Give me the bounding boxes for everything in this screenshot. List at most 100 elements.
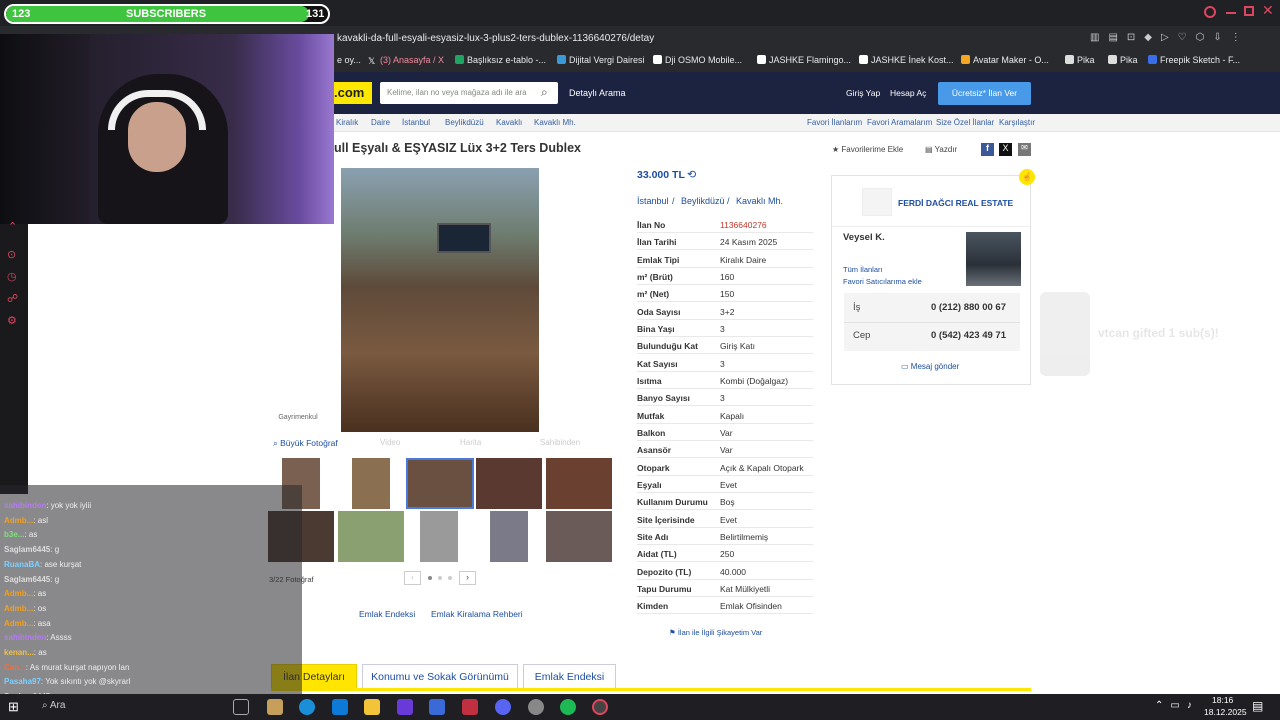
- mail-share-icon[interactable]: ✉: [1018, 143, 1031, 156]
- thumbnail[interactable]: [352, 458, 390, 509]
- bookmark-7[interactable]: Avatar Maker - O...: [961, 55, 1049, 65]
- bookmark-5[interactable]: JASHKE Flamingo...: [757, 55, 851, 65]
- rental-guide-link[interactable]: Emlak Kiralama Rehberi: [431, 609, 523, 619]
- bookmark-3[interactable]: Dijital Vergi Dairesi: [557, 55, 645, 65]
- add-favorite-button[interactable]: ★ Favorilerime Ekle: [832, 145, 903, 154]
- favorite-searches-link[interactable]: Favori Aramalarım: [867, 118, 932, 127]
- price-history-icon[interactable]: ⟲: [687, 168, 696, 181]
- video-button[interactable]: Video: [380, 438, 400, 447]
- prev-arrow-icon[interactable]: ‹: [404, 571, 421, 585]
- maximize-icon[interactable]: [1244, 6, 1254, 16]
- site-logo[interactable]: .com: [334, 82, 372, 104]
- emlak-index-link[interactable]: Emlak Endeksi: [359, 609, 415, 619]
- all-ads-link[interactable]: Tüm İlanları: [843, 265, 883, 274]
- thumbnail-selected[interactable]: [406, 458, 474, 509]
- location-city[interactable]: İstanbul: [637, 196, 669, 206]
- thumbnail[interactable]: [546, 511, 612, 562]
- clock-icon[interactable]: ◷: [7, 270, 17, 283]
- tab-emlak-index[interactable]: Emlak Endeksi: [523, 664, 616, 690]
- bookmark-4[interactable]: Dji OSMO Mobile...: [653, 55, 742, 65]
- bookmark-1[interactable]: 𝕏 (3) Anasayfa / X: [368, 55, 444, 66]
- app-icon[interactable]: [267, 699, 283, 715]
- chat-username[interactable]: Admb...: [4, 604, 33, 613]
- taskbar-search[interactable]: ⌕ Ara: [42, 700, 65, 711]
- crumb-1[interactable]: Kiralık: [336, 118, 358, 127]
- post-ad-button[interactable]: Ücretsiz* İlan Ver: [938, 82, 1031, 105]
- detailed-search-link[interactable]: Detaylı Arama: [569, 88, 626, 98]
- special-ads-link[interactable]: Size Özel İlanlar: [936, 118, 994, 127]
- bookmark-6[interactable]: JASHKE İnek Kost...: [859, 55, 954, 65]
- thumbnail[interactable]: [476, 458, 542, 509]
- crumb-2[interactable]: Daire: [371, 118, 390, 127]
- send-message-link[interactable]: ▭ Mesaj gönder: [901, 362, 959, 371]
- search-input[interactable]: Kelime, ilan no veya mağaza adı ile ara …: [380, 82, 558, 104]
- chat-username[interactable]: Saglam6445: [4, 545, 50, 554]
- page-dot[interactable]: [438, 576, 442, 580]
- close-icon[interactable]: ✕: [1262, 2, 1274, 19]
- chat-username[interactable]: Admb...: [4, 619, 33, 628]
- thumbnail[interactable]: [420, 511, 458, 562]
- discord-icon[interactable]: [495, 699, 511, 715]
- bookmark-10[interactable]: Freepik Sketch - F...: [1148, 55, 1240, 65]
- app-icon[interactable]: [429, 699, 445, 715]
- notification-icon[interactable]: ▤: [1252, 699, 1263, 713]
- location-district[interactable]: Beylikdüzü: [681, 196, 725, 206]
- app-icon[interactable]: [528, 699, 544, 715]
- chat-username[interactable]: Can...: [4, 663, 26, 672]
- gear-icon[interactable]: ⚙: [7, 314, 17, 327]
- crumb-3[interactable]: İstanbul: [402, 118, 430, 127]
- bookmark-2[interactable]: Başlıksız e-tablo -...: [455, 55, 546, 65]
- print-button[interactable]: ▤ Yazdır: [925, 145, 957, 154]
- tray-icons[interactable]: ⌃▭♪: [1155, 700, 1199, 711]
- chevron-up-icon[interactable]: ⌃: [8, 220, 17, 233]
- chat-username[interactable]: Admb...: [4, 516, 33, 525]
- people-icon[interactable]: ☍: [7, 292, 18, 305]
- folder-icon[interactable]: [364, 699, 380, 715]
- obs-icon[interactable]: [592, 699, 608, 715]
- crumb-6[interactable]: Kavaklı Mh.: [534, 118, 576, 127]
- toolbar-icons[interactable]: ▥▤⊡◆▷♡⬡⇩⋮: [1090, 32, 1250, 43]
- url-text[interactable]: kavakli-da-full-esyali-esyasiz-lux-3-plu…: [337, 33, 654, 44]
- store-icon[interactable]: [332, 699, 348, 715]
- favorite-ads-link[interactable]: Favori İlanlarım: [807, 118, 862, 127]
- crumb-4[interactable]: Beylikdüzü: [445, 118, 484, 127]
- chat-username[interactable]: Pasaha97: [4, 677, 41, 686]
- x-share-icon[interactable]: X: [999, 143, 1012, 156]
- windows-start-icon[interactable]: ⊞: [8, 699, 19, 715]
- page-dot[interactable]: [428, 576, 432, 580]
- minimize-icon[interactable]: [1226, 12, 1236, 14]
- large-photo-button[interactable]: ⌕ Büyük Fotoğraf: [273, 438, 338, 449]
- record-icon[interactable]: ⊙: [7, 248, 16, 261]
- app-icon[interactable]: [397, 699, 413, 715]
- compare-link[interactable]: Karşılaştır: [999, 118, 1035, 127]
- chat-username[interactable]: b3e...: [4, 530, 24, 539]
- chat-username[interactable]: RuanaBA: [4, 560, 40, 569]
- facebook-share-icon[interactable]: f: [981, 143, 994, 156]
- app-icon[interactable]: [462, 699, 478, 715]
- search-icon[interactable]: ⌕: [541, 85, 548, 100]
- tab-location[interactable]: Konumu ve Sokak Görünümü: [362, 664, 518, 690]
- crumb-5[interactable]: Kavaklı: [496, 118, 522, 127]
- next-arrow-icon[interactable]: ›: [459, 571, 476, 585]
- store-name[interactable]: FERDİ DAĞCI REAL ESTATE: [898, 198, 1013, 208]
- login-link[interactable]: Giriş Yap: [846, 88, 880, 98]
- complaint-link[interactable]: ⚑ İlan ile İlgili Şikayetim Var: [669, 628, 762, 637]
- location-neighborhood[interactable]: Kavaklı Mh.: [736, 196, 783, 206]
- bookmark-9[interactable]: Pika: [1108, 55, 1138, 65]
- main-photo[interactable]: [341, 168, 539, 432]
- register-link[interactable]: Hesap Aç: [890, 88, 926, 98]
- bookmark-8[interactable]: Pika: [1065, 55, 1095, 65]
- spotify-icon[interactable]: [560, 699, 576, 715]
- map-button[interactable]: Harita: [460, 438, 481, 447]
- thumbnail[interactable]: [490, 511, 528, 562]
- page-dot[interactable]: [448, 576, 452, 580]
- tab-partial[interactable]: e oy...: [337, 55, 361, 65]
- chat-username[interactable]: Admb...: [4, 589, 33, 598]
- chat-username[interactable]: sahibinden: [4, 633, 46, 642]
- thumbnail[interactable]: [338, 511, 404, 562]
- edge-icon[interactable]: [299, 699, 315, 715]
- thumbnail[interactable]: [546, 458, 612, 509]
- chat-username[interactable]: kenan...: [4, 648, 34, 657]
- chat-username[interactable]: Saglam6445: [4, 575, 50, 584]
- store-logo[interactable]: [862, 188, 892, 216]
